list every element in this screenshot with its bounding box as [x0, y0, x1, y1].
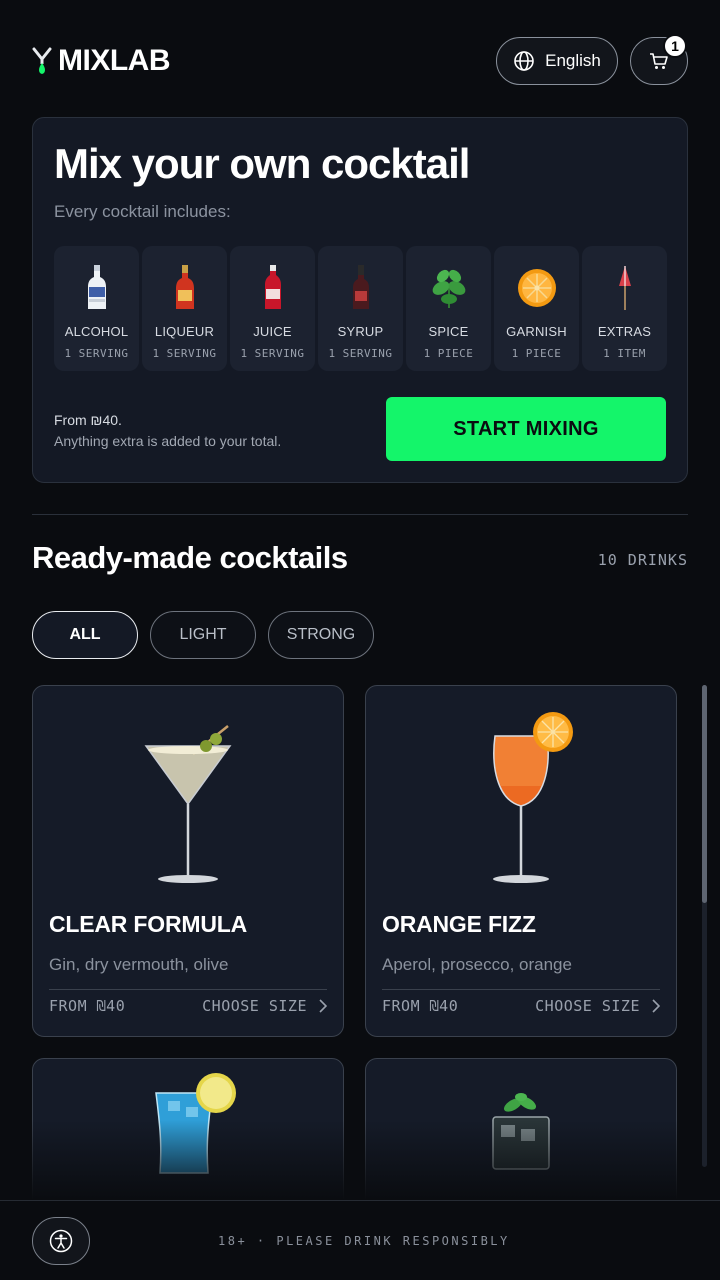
scrollbar[interactable]	[702, 685, 707, 1167]
ingredient-name: SYRUP	[337, 324, 384, 339]
syrup-bottle-icon	[352, 265, 369, 309]
cocktail-description: Aperol, prosecco, orange	[382, 955, 572, 974]
scroll-fade	[0, 1120, 720, 1200]
logo-text: MIXLAB	[58, 44, 171, 77]
ingredient-liqueur: LIQUEUR 1 SERVING	[142, 246, 227, 371]
chevron-right-icon	[319, 999, 327, 1013]
hero-title: Mix your own cocktail	[54, 140, 470, 187]
cocktail-price: FROM ₪40	[49, 997, 126, 1015]
filter-chips: ALL LIGHT STRONG	[32, 611, 374, 659]
martini-glass-icon	[144, 725, 232, 883]
ingredient-list: ALCOHOL 1 SERVING LIQUEUR 1 SERVING JUIC…	[54, 246, 667, 371]
price-from: From ₪40.	[54, 412, 122, 428]
orange-slice-icon	[517, 269, 556, 307]
ingredient-extras: EXTRAS 1 ITEM	[582, 246, 667, 371]
cocktail-umbrella-icon	[618, 266, 631, 310]
mint-icon	[432, 269, 465, 308]
ingredient-qty: 1 SERVING	[328, 347, 393, 360]
choose-size-link[interactable]: CHOOSE SIZE	[535, 997, 660, 1015]
accessibility-icon	[49, 1229, 73, 1253]
logo[interactable]: MIXLAB	[32, 44, 171, 78]
cart-button[interactable]: 1	[630, 34, 688, 85]
price-extra-note: Anything extra is added to your total.	[54, 433, 282, 449]
cocktail-name: CLEAR FORMULA	[49, 911, 247, 937]
ingredient-qty: 1 SERVING	[64, 347, 129, 360]
ingredient-qty: 1 SERVING	[152, 347, 217, 360]
cocktail-image	[366, 686, 676, 896]
spritz-glass-icon	[493, 712, 573, 883]
ingredient-name: ALCOHOL	[64, 324, 129, 339]
section-divider	[32, 514, 688, 515]
hero-subtitle: Every cocktail includes:	[54, 202, 231, 221]
filter-light[interactable]: LIGHT	[150, 611, 256, 659]
chevron-right-icon	[652, 999, 660, 1013]
cart-count-badge: 1	[663, 34, 687, 58]
cocktail-image	[33, 686, 343, 896]
card-divider	[49, 989, 327, 990]
cocktail-description: Gin, dry vermouth, olive	[49, 955, 229, 974]
choose-size-link[interactable]: CHOOSE SIZE	[202, 997, 327, 1015]
footer-disclaimer: 18+ · PLEASE DRINK RESPONSIBLY	[218, 1234, 510, 1248]
ingredient-juice: JUICE 1 SERVING	[230, 246, 315, 371]
ingredient-name: LIQUEUR	[154, 324, 215, 339]
language-button[interactable]: English	[496, 37, 618, 85]
language-label: English	[545, 51, 601, 70]
ingredient-name: JUICE	[253, 324, 292, 339]
ingredient-name: SPICE	[428, 324, 469, 339]
choose-size-label: CHOOSE SIZE	[535, 997, 640, 1015]
cocktail-name: ORANGE FIZZ	[382, 911, 536, 937]
choose-size-label: CHOOSE SIZE	[202, 997, 307, 1015]
filter-strong[interactable]: STRONG	[268, 611, 374, 659]
ingredient-qty: 1 PIECE	[423, 347, 474, 360]
section-title: Ready-made cocktails	[32, 540, 348, 575]
header: MIXLAB English 1	[32, 34, 688, 86]
juice-bottle-icon	[264, 265, 281, 309]
footer: 18+ · PLEASE DRINK RESPONSIBLY	[0, 1200, 720, 1280]
cocktail-price: FROM ₪40	[382, 997, 459, 1015]
ingredient-spice: SPICE 1 PIECE	[406, 246, 491, 371]
drinks-count: 10 DRINKS	[597, 551, 688, 569]
logo-icon	[32, 47, 52, 74]
ingredient-qty: 1 ITEM	[603, 347, 646, 360]
start-mixing-button[interactable]: START MIXING	[386, 397, 666, 461]
mix-your-own-card: Mix your own cocktail Every cocktail inc…	[32, 117, 688, 483]
ingredient-syrup: SYRUP 1 SERVING	[318, 246, 403, 371]
price-note: From ₪40. Anything extra is added to you…	[54, 410, 281, 452]
ingredient-name: GARNISH	[506, 324, 567, 339]
vodka-bottle-icon	[87, 265, 106, 309]
accessibility-button[interactable]	[32, 1217, 90, 1265]
filter-all[interactable]: ALL	[32, 611, 138, 659]
cocktail-card-orange-fizz[interactable]: ORANGE FIZZ Aperol, prosecco, orange FRO…	[365, 685, 677, 1037]
ingredient-name: EXTRAS	[597, 324, 652, 339]
scrollbar-thumb[interactable]	[702, 685, 707, 903]
ingredient-qty: 1 PIECE	[511, 347, 562, 360]
globe-icon	[514, 51, 534, 71]
ingredient-qty: 1 SERVING	[240, 347, 305, 360]
ingredient-garnish: GARNISH 1 PIECE	[494, 246, 579, 371]
ingredient-alcohol: ALCOHOL 1 SERVING	[54, 246, 139, 371]
liqueur-bottle-icon	[175, 265, 194, 309]
cocktail-card-clear-formula[interactable]: CLEAR FORMULA Gin, dry vermouth, olive F…	[32, 685, 344, 1037]
card-divider	[382, 989, 660, 990]
